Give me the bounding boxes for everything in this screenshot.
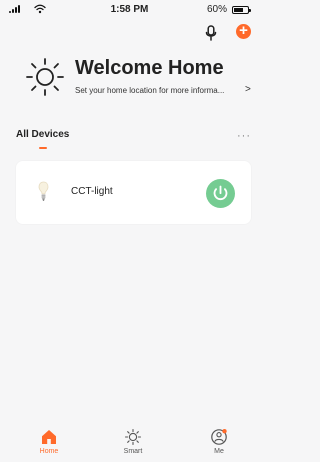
sun-icon — [124, 428, 142, 446]
power-button[interactable] — [206, 179, 235, 208]
profile-icon — [211, 429, 227, 445]
battery-icon — [232, 5, 251, 14]
page-title: Welcome Home — [75, 57, 224, 79]
lightbulb-icon — [38, 181, 49, 201]
home-icon — [42, 430, 56, 444]
tab-indicator — [39, 147, 47, 149]
nav-home[interactable]: Home — [19, 420, 79, 462]
bottom-navigation: Home Smart Me — [0, 420, 259, 462]
power-icon — [213, 185, 228, 201]
nav-home-label: Home — [39, 448, 59, 455]
tab-all-devices[interactable]: All Devices — [16, 129, 69, 140]
nav-me-label: Me — [214, 448, 224, 455]
chevron-right-icon[interactable]: > — [245, 84, 251, 95]
battery-percentage: 60% — [206, 4, 227, 15]
microphone-icon[interactable] — [203, 24, 219, 42]
device-name: CCT-light — [71, 186, 113, 197]
nav-me[interactable]: Me — [189, 420, 249, 462]
nav-smart[interactable]: Smart — [103, 420, 163, 462]
device-tabs: All Devices ··· — [16, 129, 251, 151]
more-options-button[interactable]: ··· — [237, 130, 251, 142]
add-button[interactable]: + — [236, 22, 251, 39]
plus-icon: + — [239, 22, 248, 39]
status-bar: 1:58 PM 60% — [0, 0, 259, 18]
battery-status: 60% — [206, 4, 251, 15]
nav-smart-label: Smart — [123, 448, 143, 455]
top-actions: + — [203, 22, 251, 42]
welcome-area[interactable]: Welcome Home Set your home location for … — [25, 56, 253, 100]
device-card[interactable]: CCT-light — [16, 161, 251, 224]
sun-icon — [26, 58, 64, 96]
location-prompt[interactable]: Set your home location for more informa.… — [75, 86, 224, 95]
